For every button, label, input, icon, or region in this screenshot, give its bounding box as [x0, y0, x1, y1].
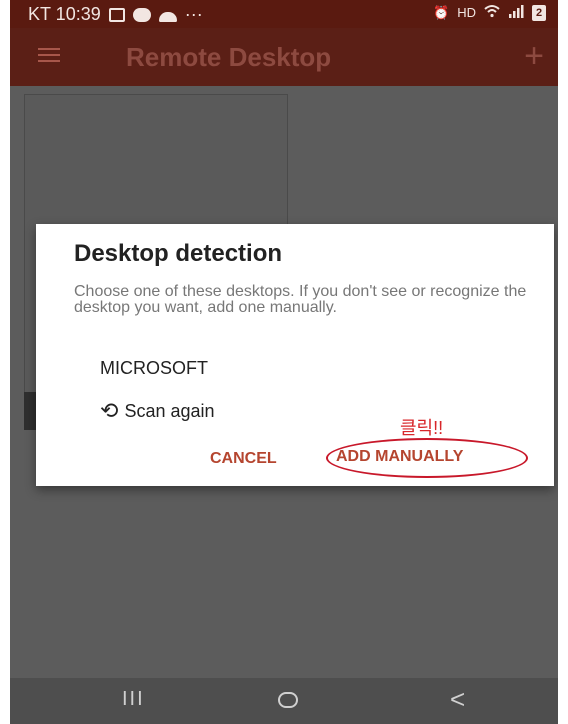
- battery-icon: 2: [532, 4, 546, 21]
- cancel-button[interactable]: CANCEL: [210, 450, 277, 468]
- scan-again-button[interactable]: ⟲ Scan again: [100, 400, 215, 422]
- carrier-time: KT 10:39: [28, 4, 101, 24]
- click-annotation: 클릭!!: [400, 418, 444, 438]
- recent-apps-button[interactable]: III: [122, 688, 145, 711]
- alarm-icon: ⏰: [433, 4, 450, 20]
- add-manually-button[interactable]: ADD MANUALLY: [336, 448, 463, 466]
- home-button[interactable]: [278, 692, 298, 708]
- desktop-detection-dialog: Desktop detection Choose one of these de…: [36, 224, 554, 486]
- detected-desktop-item[interactable]: MICROSOFT: [100, 358, 208, 379]
- dialog-title: Desktop detection: [74, 240, 283, 267]
- signal-icon: [508, 4, 524, 21]
- gallery-icon: [108, 7, 125, 22]
- hd-icon: HD: [457, 5, 476, 20]
- app-bar: Remote Desktop +: [10, 28, 558, 86]
- status-bar: KT 10:39 ··· ⏰ HD 2: [10, 0, 558, 28]
- app-title: Remote Desktop: [126, 42, 332, 72]
- back-button[interactable]: <: [450, 684, 465, 715]
- plus-icon[interactable]: +: [524, 36, 544, 76]
- hamburger-menu-icon[interactable]: [38, 48, 60, 64]
- cloud-icon: [158, 11, 177, 22]
- system-nav-bar: III <: [10, 678, 558, 724]
- refresh-icon: ⟲: [100, 398, 119, 423]
- dialog-message: Choose one of these desktops. If you don…: [74, 283, 527, 316]
- wifi-icon: [484, 4, 500, 21]
- chat-icon: [132, 7, 151, 22]
- scan-again-label: Scan again: [124, 400, 215, 421]
- overflow-dots-icon: ···: [184, 4, 203, 24]
- phone-screen: KT 10:39 ··· ⏰ HD 2 Remote Desktop + Des…: [10, 0, 558, 724]
